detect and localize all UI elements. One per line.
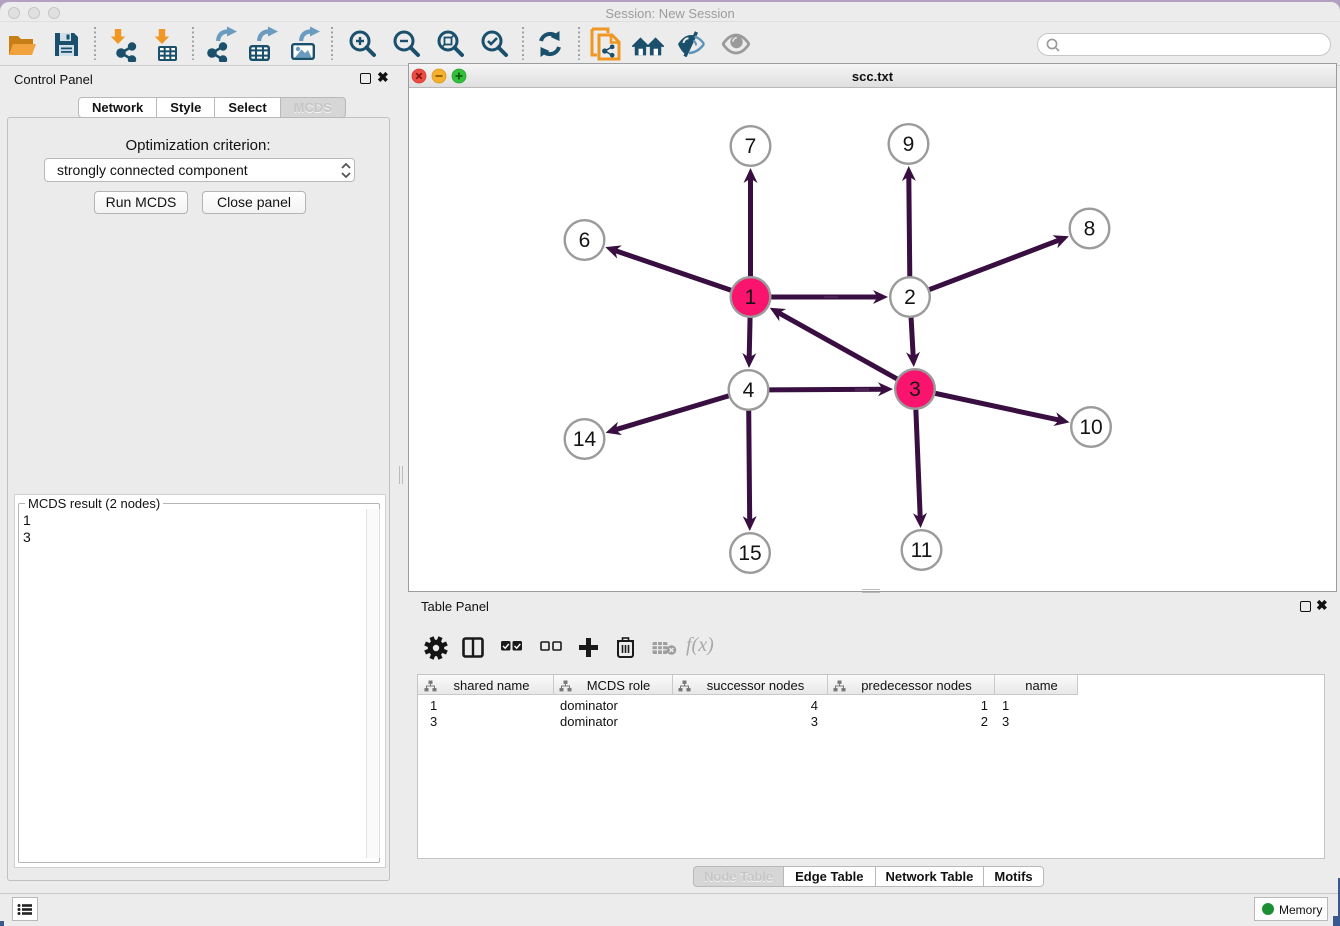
svg-text:15: 15 xyxy=(738,542,761,565)
svg-text:2: 2 xyxy=(904,286,916,309)
svg-text:11: 11 xyxy=(911,539,933,562)
svg-text:10: 10 xyxy=(1079,416,1102,439)
svg-text:6: 6 xyxy=(579,229,591,252)
svg-text:14: 14 xyxy=(573,428,597,451)
svg-text:4: 4 xyxy=(743,379,755,402)
svg-text:3: 3 xyxy=(909,378,921,401)
svg-text:8: 8 xyxy=(1084,218,1096,241)
svg-text:9: 9 xyxy=(903,133,915,156)
svg-text:1: 1 xyxy=(745,286,757,309)
svg-text:7: 7 xyxy=(745,135,757,158)
